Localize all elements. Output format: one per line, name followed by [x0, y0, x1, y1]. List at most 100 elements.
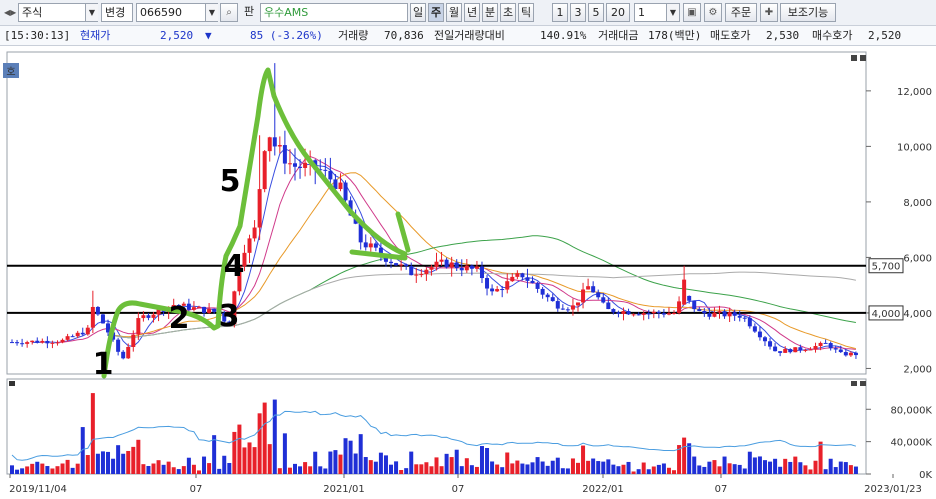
- interval-input[interactable]: 1 ▼: [634, 3, 680, 22]
- chevron-down-icon[interactable]: ▼: [205, 4, 218, 21]
- volume-bar: [35, 461, 40, 474]
- volume-bar: [424, 462, 429, 474]
- candle-body: [424, 269, 429, 275]
- nav-arrows-icon[interactable]: ◀▶: [4, 3, 16, 22]
- period-tab-week[interactable]: 주: [428, 3, 444, 22]
- candle-body: [500, 289, 505, 291]
- volume-bar: [343, 438, 348, 474]
- stock-code-input[interactable]: 066590 ▼: [136, 3, 218, 22]
- interval-button-1[interactable]: 1: [552, 3, 568, 22]
- market-select[interactable]: 주식 ▼: [18, 3, 98, 22]
- gear-icon[interactable]: ⚙: [704, 3, 722, 22]
- candle-body: [303, 162, 308, 168]
- volume-bar: [191, 464, 196, 474]
- interval-input-value: 1: [638, 6, 645, 19]
- candle-body: [459, 267, 464, 271]
- order-button[interactable]: 주문: [725, 3, 757, 22]
- period-tab-second[interactable]: 초: [500, 3, 516, 22]
- volume-bar: [788, 461, 793, 474]
- stock-name-field[interactable]: 우수AMS: [260, 3, 408, 22]
- candle-body: [621, 311, 626, 314]
- candle-body: [454, 262, 459, 268]
- volume-bar: [202, 456, 207, 474]
- volume-bar: [833, 467, 838, 474]
- candle-body: [80, 332, 85, 335]
- volume-bar: [237, 424, 242, 474]
- volume-value: 70,836: [384, 29, 424, 42]
- candle-body: [601, 297, 606, 303]
- volume-bar: [601, 461, 606, 474]
- edit-label[interactable]: 판: [240, 3, 258, 22]
- volume-bar: [813, 460, 818, 474]
- period-tab-tick[interactable]: 틱: [518, 3, 534, 22]
- volume-bar: [348, 440, 353, 474]
- volume-bar: [308, 466, 313, 474]
- chevron-down-icon[interactable]: ▼: [85, 4, 98, 21]
- volume-bar: [576, 462, 580, 474]
- volume-bar: [520, 463, 525, 474]
- candle-body: [399, 264, 404, 266]
- chevron-down-icon[interactable]: ▼: [666, 4, 679, 21]
- candle-body: [555, 301, 560, 309]
- candle-body: [833, 348, 838, 350]
- interval-button-3[interactable]: 3: [570, 3, 586, 22]
- volume-bar: [606, 459, 611, 474]
- candle-body: [813, 345, 818, 350]
- candle-body: [510, 276, 515, 282]
- volume-bar: [166, 461, 171, 474]
- volume-bar: [383, 455, 388, 474]
- volume-bar: [176, 469, 181, 474]
- volume-bar: [126, 450, 131, 474]
- candle-body: [732, 312, 737, 316]
- period-tab-day[interactable]: 일: [410, 3, 426, 22]
- y-tick-label: 4,000: [903, 309, 932, 320]
- candle-body: [682, 279, 687, 305]
- interval-button-5[interactable]: 5: [588, 3, 604, 22]
- change-mode-select[interactable]: 변경: [101, 3, 133, 22]
- period-tab-minute[interactable]: 분: [482, 3, 498, 22]
- chart-area: 호 12,000 10,000 8,000 6,000 4,000 2,000 80,000K…: [0, 46, 936, 499]
- volume-bar: [550, 460, 555, 474]
- volume-bar: [474, 466, 479, 474]
- volume-bar: [581, 445, 586, 474]
- volume-bar: [111, 458, 116, 474]
- candle-body: [722, 311, 727, 317]
- candle-body: [823, 342, 828, 344]
- candle-body: [207, 308, 212, 313]
- volume-bar: [60, 463, 65, 474]
- bid-label: 매수호가: [812, 29, 853, 42]
- y-tick-label: 10,000: [897, 142, 932, 153]
- volume-bar: [65, 459, 70, 474]
- search-icon[interactable]: ⌕: [220, 3, 238, 22]
- stock-code-value: 066590: [140, 6, 182, 19]
- volume-bar: [752, 457, 757, 474]
- volume-bar: [196, 470, 201, 474]
- interval-button-20[interactable]: 20: [606, 3, 630, 22]
- volume-bar: [358, 434, 363, 474]
- candle-body: [697, 309, 702, 312]
- candle-body: [474, 266, 479, 269]
- x-tick-label: 07: [715, 484, 728, 495]
- volume-bar: [702, 466, 707, 474]
- support-line-label: 4,000: [872, 309, 901, 320]
- x-tick-label: 2023/01/23: [864, 484, 922, 495]
- candle-body: [429, 266, 434, 270]
- volume-bar: [121, 453, 126, 474]
- candle-body: [343, 182, 348, 201]
- period-tab-year[interactable]: 년: [464, 3, 480, 22]
- candle-body: [631, 314, 636, 316]
- volume-bar: [793, 456, 798, 474]
- aux-function-button[interactable]: 보조기능: [780, 3, 836, 22]
- volume-bar: [500, 467, 505, 474]
- candle-body: [282, 145, 287, 164]
- candle-body: [85, 327, 90, 335]
- save-icon[interactable]: ▣: [683, 3, 701, 22]
- candle-body: [596, 292, 601, 298]
- volume-bar: [838, 461, 843, 474]
- candle-body: [485, 278, 490, 289]
- period-tab-month[interactable]: 월: [446, 3, 462, 22]
- candle-body: [525, 277, 530, 281]
- volume-bar: [186, 457, 191, 474]
- plus-icon[interactable]: ✚: [760, 3, 778, 22]
- candle-body: [828, 343, 833, 349]
